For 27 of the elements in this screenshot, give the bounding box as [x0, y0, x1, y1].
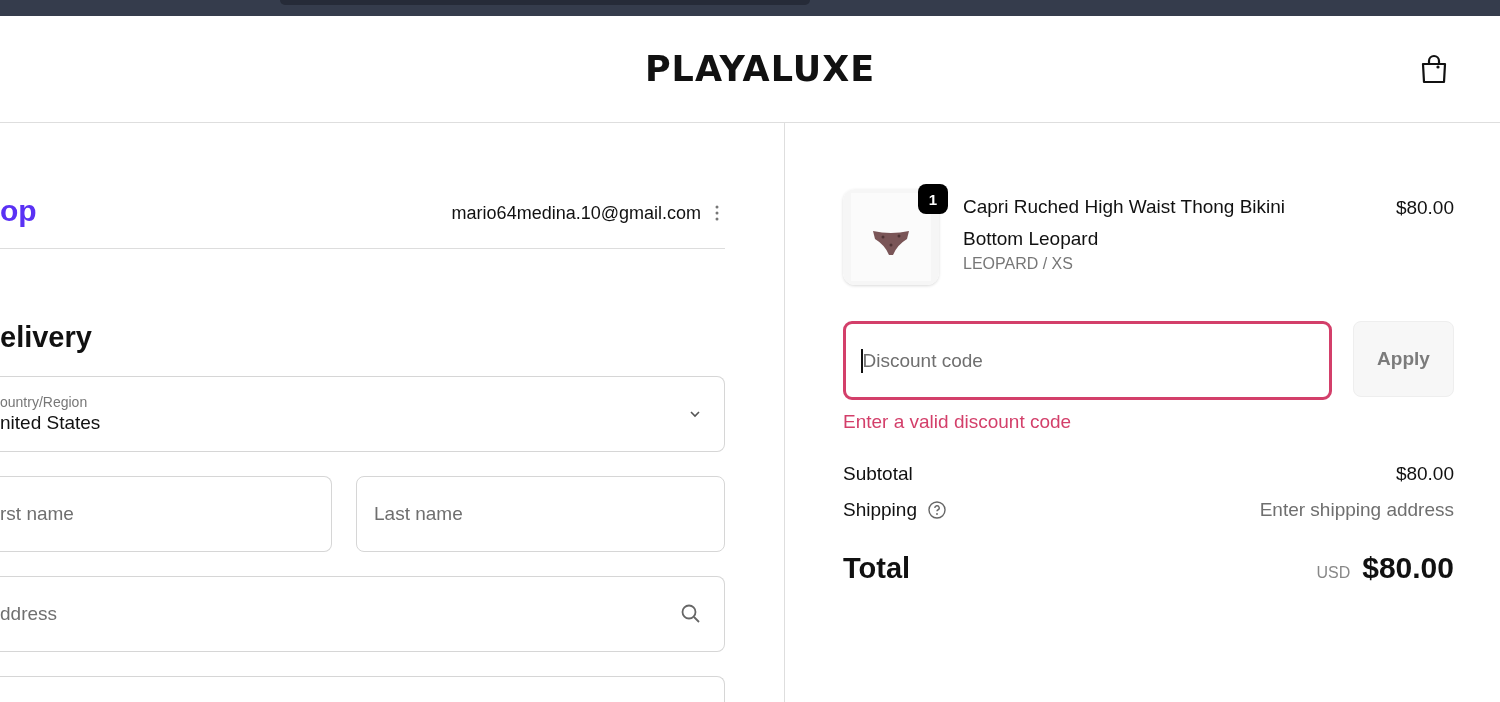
store-logo[interactable]: PLAYALUXE [644, 49, 876, 89]
shop-logo: op [0, 194, 37, 228]
total-label: Total [843, 552, 911, 585]
more-options-icon[interactable] [715, 204, 719, 222]
account-email: mario64medina.10@gmail.com [451, 202, 701, 224]
product-price: $80.00 [1395, 197, 1454, 219]
address-field[interactable]: ddress [0, 576, 725, 652]
summary-value: Enter shipping address [1259, 499, 1454, 521]
input-field[interactable]: rst name [0, 476, 332, 552]
product-variant: LEOPARD / XS [963, 255, 1074, 273]
help-icon[interactable] [926, 500, 947, 520]
summary-label: Shipping [843, 499, 917, 521]
product-name: Capri Ruched High Waist Thong Bikini Bottom Leopard [963, 195, 1287, 251]
section-heading: elivery [0, 321, 93, 354]
summary-label: Subtotal [843, 463, 913, 485]
shopping-bag-icon[interactable] [1420, 53, 1448, 85]
apply-button[interactable]: Apply [1353, 321, 1454, 397]
input-field[interactable]: Last name [356, 476, 725, 552]
currency-code: USD [1316, 564, 1351, 582]
discount-code-field[interactable]: Discount code [843, 321, 1332, 400]
summary-value: $80.00 [1395, 463, 1454, 485]
error-message: Enter a valid discount code [843, 411, 1073, 433]
quantity-badge: 1 [918, 184, 948, 214]
country-select[interactable]: ountry/Region nited States [0, 376, 725, 452]
total-amount: $80.00 [1362, 551, 1454, 585]
search-icon [680, 603, 702, 625]
chevron-down-icon [688, 409, 702, 419]
